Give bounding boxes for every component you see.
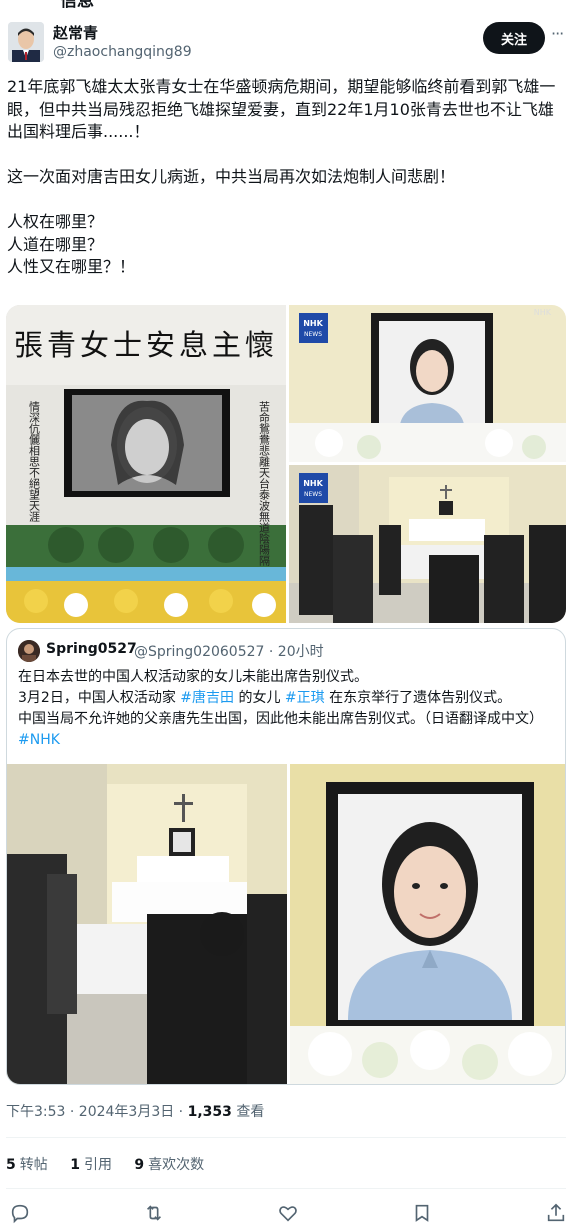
nhk-portrait-photo[interactable]: NHK NEWS NHK: [289, 305, 566, 462]
follow-button[interactable]: 关注: [483, 22, 545, 54]
quoted-line: 在日本去世的中国人权活动家的女儿未能出席告别仪式。: [18, 669, 368, 685]
couplet-left: 情深伉儷相思不絕望天涯: [28, 401, 41, 523]
tweet-text: 21年底郭飞雄太太张青女士在华盛顿病危期间，期望能够临终前看到郭飞雄一眼，但中共…: [7, 76, 563, 279]
author-name[interactable]: 赵常青: [53, 22, 98, 43]
media-grid: 張青女士安息主懷 情深伉儷相思不絕望天涯 苦命鴛鴦悲離天台泰波無道陰陽隔 NHK…: [6, 305, 566, 623]
memorial-photo[interactable]: 張青女士安息主懷 情深伉儷相思不絕望天涯 苦命鴛鴦悲離天台泰波無道陰陽隔: [6, 305, 286, 623]
tweet-paragraph: 21年底郭飞雄太太张青女士在华盛顿病危期间，期望能够临终前看到郭飞雄一眼，但中共…: [7, 77, 556, 141]
share-icon[interactable]: [545, 1202, 566, 1226]
bookmark-icon[interactable]: [411, 1202, 435, 1226]
couplet-right: 苦命鴛鴦悲離天台泰波無道陰陽隔: [258, 401, 271, 567]
views-label: 查看: [231, 1104, 265, 1120]
retweet-icon[interactable]: [143, 1202, 167, 1226]
hashtag-link[interactable]: #正琪: [285, 690, 325, 706]
divider: [6, 1137, 566, 1138]
tweet-paragraph: 人性又在哪里？！: [7, 257, 136, 276]
quoted-media: [7, 764, 565, 1084]
nhk-logo-subtext: NEWS: [304, 491, 322, 498]
nhk-logo-text: NHK: [303, 479, 323, 488]
hashtag-link[interactable]: #NHK: [18, 732, 60, 748]
tweet-timestamp[interactable]: 下午3:53 · 2024年3月3日 ·: [6, 1104, 188, 1120]
nhk-ceremony-photo[interactable]: NHK NEWS: [289, 465, 566, 623]
author-avatar[interactable]: [8, 22, 44, 62]
memorial-banner-text: 張青女士安息主懷: [14, 328, 278, 362]
more-icon[interactable]: ···: [551, 24, 564, 43]
nhk-watermark: NHK: [534, 308, 552, 317]
quoted-text: 在日本去世的中国人权活动家的女儿未能出席告别仪式。 3月2日，中国人权活动家 #…: [18, 667, 563, 751]
tweet-meta: 下午3:53 · 2024年3月3日 · 1,353 查看: [6, 1101, 264, 1121]
nhk-logo-subtext: NEWS: [304, 331, 322, 338]
like-icon[interactable]: [277, 1202, 301, 1226]
nhk-logo-text: NHK: [303, 319, 323, 328]
hashtag-link[interactable]: #唐吉田: [180, 690, 234, 706]
quoted-line: 中国当局不允许她的父亲唐先生出国，因此他未能出席告别仪式。（日语翻译成中文） #…: [18, 711, 543, 748]
action-bar: [0, 1198, 566, 1227]
reply-icon[interactable]: [9, 1202, 33, 1226]
views-count: 1,353: [187, 1104, 232, 1120]
quoted-tweet[interactable]: Spring0527 @Spring02060527 · 20小时 在日本去世的…: [6, 628, 566, 1085]
quoted-ceremony-photo[interactable]: [7, 764, 287, 1084]
quotes-stat[interactable]: 1 引用: [70, 1157, 112, 1173]
tweet-paragraph: 人权在哪里？: [7, 212, 104, 231]
retweets-stat[interactable]: 5 转帖: [6, 1157, 48, 1173]
quoted-portrait-photo[interactable]: [290, 764, 565, 1084]
previous-tweet-fragment: 信息: [60, 0, 94, 11]
tweet-paragraph: 这一次面对唐吉田女儿病逝，中共当局再次如法炮制人间悲剧！: [7, 167, 456, 186]
quoted-author-avatar[interactable]: [18, 640, 40, 662]
tweet-stats: 5 转帖 1 引用 9 喜欢次数: [6, 1154, 222, 1174]
quoted-line: 3月2日，中国人权活动家 #唐吉田 的女儿 #正琪 在东京举行了遗体告别仪式。: [18, 690, 512, 706]
quoted-author-handle-time[interactable]: @Spring02060527 · 20小时: [134, 641, 324, 661]
author-handle[interactable]: @zhaochangqing89: [53, 44, 192, 60]
tweet-paragraph: 人道在哪里？: [7, 234, 104, 254]
tweet-header: 赵常青 @zhaochangqing89 关注 ···: [0, 18, 566, 66]
quoted-author-name[interactable]: Spring0527: [46, 641, 137, 657]
likes-stat[interactable]: 9 喜欢次数: [134, 1157, 204, 1173]
divider: [6, 1188, 566, 1189]
